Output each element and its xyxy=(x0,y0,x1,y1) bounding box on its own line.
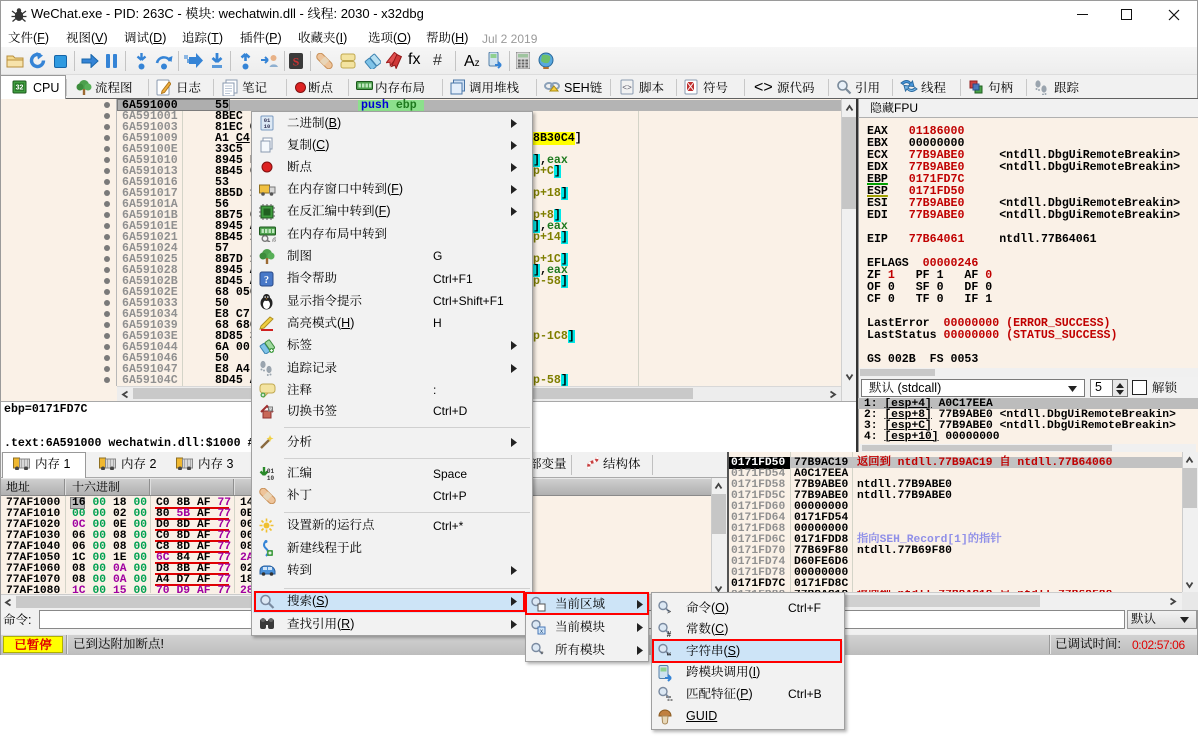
svg-text:*: * xyxy=(540,650,543,658)
svg-text:>: > xyxy=(667,609,671,616)
svg-text:01: 01 xyxy=(267,468,275,475)
svg-text:?: ? xyxy=(264,275,269,286)
svg-text:@: @ xyxy=(272,238,276,242)
svg-text:10: 10 xyxy=(267,475,275,482)
svg-text:n: n xyxy=(269,407,271,412)
svg-text:x: x xyxy=(540,629,543,635)
svg-text:10: 10 xyxy=(264,123,271,130)
svg-text:<>: <> xyxy=(622,84,632,93)
svg-text:#: # xyxy=(667,630,672,639)
svg-text:32: 32 xyxy=(16,85,24,92)
svg-text:S: S xyxy=(293,55,300,69)
